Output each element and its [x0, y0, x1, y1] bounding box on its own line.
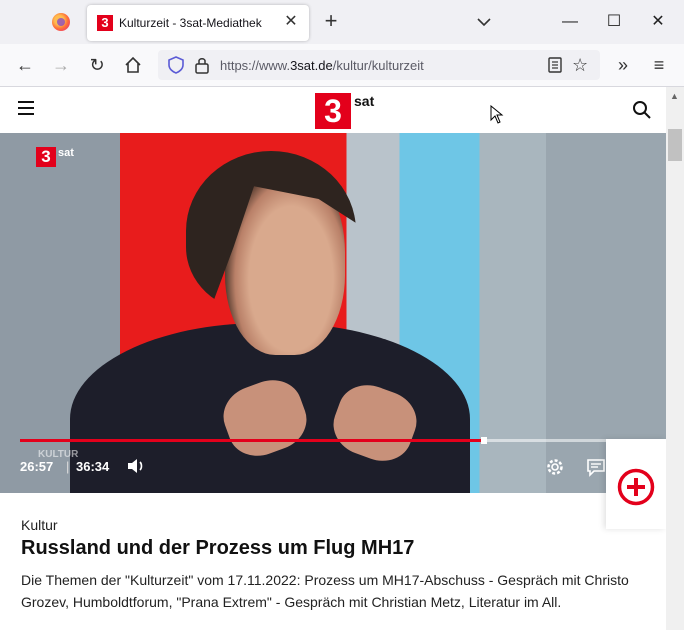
web-page: 3 sat 3 sat KULTUR 26:57 | 36:34 Kultur …: [0, 87, 666, 630]
subtitles-icon[interactable]: [586, 457, 606, 477]
chevron-down-icon[interactable]: [474, 12, 494, 32]
menu-icon[interactable]: ≡: [648, 54, 670, 76]
gear-icon[interactable]: [545, 457, 565, 477]
progress-bar[interactable]: [20, 437, 650, 444]
video-channel-logo: 3: [36, 147, 56, 167]
article-title: Russland und der Prozess um Flug MH17: [21, 537, 415, 559]
page-scrollbar[interactable]: ▲: [666, 87, 684, 630]
lock-icon[interactable]: [194, 56, 210, 74]
home-icon[interactable]: [122, 54, 144, 76]
back-icon[interactable]: ←: [14, 54, 36, 76]
scroll-up-icon[interactable]: ▲: [670, 91, 679, 101]
video-player[interactable]: 3 sat KULTUR 26:57 | 36:34: [0, 133, 666, 493]
tab-bar: 3 Kulturzeit - 3sat-Mediathek ✕ + — ☐ ✕: [0, 0, 684, 44]
shield-icon[interactable]: [168, 56, 184, 74]
hamburger-icon[interactable]: [18, 101, 34, 115]
article-description: Die Themen der "Kulturzeit" vom 17.11.20…: [21, 572, 629, 610]
navigation-bar: ← → ↻ https://www.3sat.de/kultur/kulturz…: [0, 44, 684, 87]
tab-kulturzeit[interactable]: 3 Kulturzeit - 3sat-Mediathek ✕: [87, 5, 309, 41]
volume-icon[interactable]: [126, 457, 146, 475]
minimize-icon[interactable]: —: [560, 12, 580, 32]
site-logo[interactable]: 3: [315, 93, 351, 129]
close-icon[interactable]: ✕: [281, 12, 301, 32]
tab-title: Kulturzeit - 3sat-Mediathek: [119, 16, 262, 30]
firefox-icon[interactable]: [52, 13, 70, 31]
site-logo-text[interactable]: sat: [354, 93, 374, 109]
time-separator: |: [66, 459, 70, 474]
search-icon[interactable]: [632, 100, 652, 120]
url-bar[interactable]: https://www.3sat.de/kultur/kulturzeit ☆: [158, 50, 600, 80]
mouse-cursor-icon: [490, 105, 504, 124]
plus-icon[interactable]: +: [320, 10, 342, 34]
site-header: 3 sat: [0, 87, 666, 133]
total-time: 36:34: [76, 459, 110, 474]
progress-fill: [20, 439, 485, 442]
forward-icon[interactable]: →: [50, 54, 72, 76]
video-channel-logo-text: sat: [58, 147, 74, 159]
scroll-thumb[interactable]: [668, 129, 682, 161]
tab-favicon-icon: 3: [97, 15, 113, 31]
add-to-list-button[interactable]: [606, 439, 666, 529]
reader-icon[interactable]: [546, 56, 564, 74]
progress-handle[interactable]: [481, 437, 488, 444]
article-category[interactable]: Kultur: [21, 517, 58, 533]
reload-icon[interactable]: ↻: [86, 54, 108, 76]
add-circle-icon: [617, 468, 655, 506]
overflow-icon[interactable]: »: [612, 54, 634, 76]
current-time: 26:57: [20, 459, 54, 474]
star-icon[interactable]: ☆: [572, 55, 588, 76]
url-text[interactable]: https://www.3sat.de/kultur/kulturzeit: [220, 58, 424, 73]
maximize-icon[interactable]: ☐: [604, 12, 624, 32]
window-close-icon[interactable]: ✕: [648, 12, 668, 32]
